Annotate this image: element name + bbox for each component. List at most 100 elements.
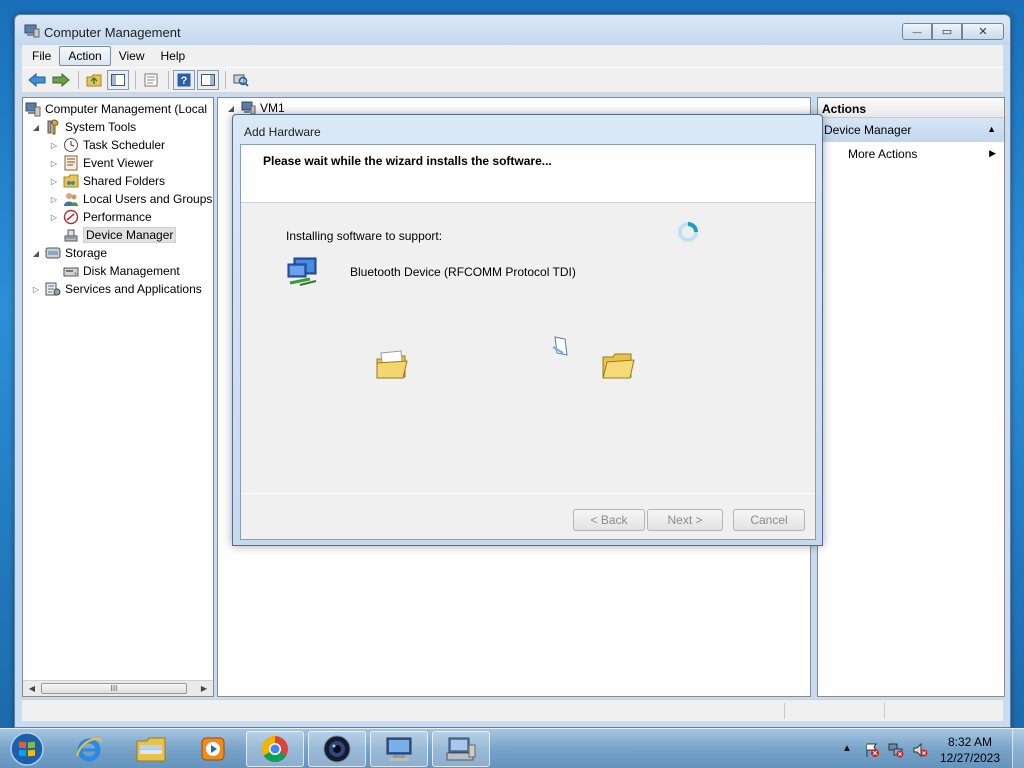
taskbar-file-explorer[interactable] bbox=[122, 731, 180, 767]
expand-icon[interactable]: ▷ bbox=[49, 213, 59, 222]
collapse-up-icon[interactable]: ▲ bbox=[987, 124, 996, 134]
window-title: Computer Management bbox=[44, 25, 181, 40]
tree-item-storage[interactable]: ◢ Storage bbox=[31, 244, 107, 262]
toolbar-separator bbox=[168, 71, 169, 89]
network-status-icon[interactable] bbox=[888, 742, 904, 758]
dialog-header: Please wait while the wizard installs th… bbox=[241, 145, 815, 203]
tree-item-task-scheduler[interactable]: ▷ Task Scheduler bbox=[49, 136, 165, 154]
tree-label: VM1 bbox=[260, 101, 285, 115]
taskbar-camera-app[interactable] bbox=[308, 731, 366, 767]
media-player-icon bbox=[201, 737, 225, 761]
menu-view[interactable]: View bbox=[111, 47, 153, 65]
show-hidden-icons-icon[interactable]: ▲ bbox=[842, 743, 858, 759]
tree-item-local-users[interactable]: ▷ Local Users and Groups bbox=[49, 190, 212, 208]
submenu-arrow-icon: ▶ bbox=[989, 148, 996, 158]
tree-item-disk-management[interactable]: Disk Management bbox=[49, 262, 180, 280]
toolbar: ? bbox=[22, 67, 1003, 93]
up-level-button[interactable] bbox=[83, 70, 105, 90]
folder-up-icon bbox=[86, 74, 102, 87]
collapse-icon[interactable]: ◢ bbox=[31, 249, 41, 258]
menu-file[interactable]: File bbox=[24, 47, 59, 65]
clock-time[interactable]: 8:32 AM bbox=[939, 735, 1001, 749]
tree-item-services[interactable]: ▷ Services and Applications bbox=[31, 280, 202, 298]
clock-date[interactable]: 12/27/2023 bbox=[939, 751, 1001, 765]
flying-document-icon bbox=[552, 336, 568, 356]
actions-section-device-manager[interactable]: Device Manager ▲ bbox=[818, 118, 1004, 142]
actions-pane: Actions Device Manager ▲ More Actions ▶ bbox=[817, 97, 1005, 697]
tree-item-event-viewer[interactable]: ▷ Event Viewer bbox=[49, 154, 153, 172]
back-button[interactable] bbox=[26, 70, 48, 90]
tree-item-device-manager[interactable]: Device Manager bbox=[49, 226, 177, 244]
tree-item-performance[interactable]: ▷ Performance bbox=[49, 208, 152, 226]
device-manager-icon bbox=[64, 229, 78, 242]
svg-text:?: ? bbox=[181, 75, 188, 87]
menu-help[interactable]: Help bbox=[153, 47, 194, 65]
taskbar-chrome[interactable] bbox=[246, 731, 304, 767]
menu-action[interactable]: Action bbox=[59, 46, 111, 66]
minimize-button[interactable]: — bbox=[902, 23, 932, 40]
collapse-icon[interactable]: ◢ bbox=[226, 104, 236, 113]
tree-item-shared-folders[interactable]: ▷ Shared Folders bbox=[49, 172, 165, 190]
toolbar-separator bbox=[78, 71, 79, 89]
horizontal-scrollbar[interactable]: ◀ III ▶ bbox=[23, 680, 213, 696]
close-button[interactable]: ✕ bbox=[962, 23, 1004, 40]
scroll-thumb[interactable]: III bbox=[41, 683, 187, 694]
tree-item-root[interactable]: Computer Management (Local bbox=[25, 100, 207, 118]
status-bar bbox=[22, 699, 1003, 721]
collapse-icon[interactable]: ◢ bbox=[31, 123, 41, 132]
tree-label: Device Manager bbox=[83, 227, 177, 243]
dialog-title: Add Hardware bbox=[244, 125, 321, 139]
source-folder-icon bbox=[376, 350, 408, 379]
properties-icon bbox=[144, 73, 158, 87]
device-name: Bluetooth Device (RFCOMM Protocol TDI) bbox=[350, 265, 576, 279]
next-button[interactable]: Next > bbox=[647, 509, 723, 531]
tree-label: Local Users and Groups bbox=[83, 192, 213, 206]
help-button[interactable]: ? bbox=[173, 70, 195, 90]
scroll-right-icon[interactable]: ▶ bbox=[197, 683, 211, 695]
console-tree-icon bbox=[111, 74, 125, 86]
scroll-left-icon[interactable]: ◀ bbox=[25, 683, 39, 695]
expand-icon[interactable]: ▷ bbox=[49, 195, 59, 204]
title-bar[interactable]: Computer Management — ▭ ✕ bbox=[15, 15, 1010, 45]
more-actions-item[interactable]: More Actions ▶ bbox=[818, 142, 1004, 166]
scan-hardware-button[interactable] bbox=[230, 70, 252, 90]
system-tray: ▲ 8:32 AM 12/27/2023 bbox=[834, 729, 1024, 768]
dialog-body: Please wait while the wizard installs th… bbox=[240, 144, 816, 540]
loading-spinner-icon bbox=[678, 222, 698, 242]
show-desktop-button[interactable] bbox=[1012, 729, 1024, 768]
shared-folder-icon bbox=[63, 174, 79, 188]
volume-muted-icon[interactable] bbox=[912, 742, 928, 758]
back-button[interactable]: < Back bbox=[573, 509, 645, 531]
destination-folder-icon bbox=[602, 353, 635, 379]
taskbar-media-player[interactable] bbox=[184, 731, 242, 767]
install-label: Installing software to support: bbox=[286, 229, 443, 243]
cancel-button[interactable]: Cancel bbox=[733, 509, 805, 531]
expand-icon[interactable]: ▷ bbox=[49, 159, 59, 168]
tree-label: Disk Management bbox=[83, 264, 180, 278]
tree-label: Performance bbox=[83, 210, 152, 224]
tree-label: Task Scheduler bbox=[83, 138, 166, 152]
taskbar-internet-explorer[interactable] bbox=[60, 731, 118, 767]
start-button[interactable] bbox=[8, 731, 46, 767]
forward-arrow-icon bbox=[52, 73, 70, 87]
forward-button[interactable] bbox=[50, 70, 72, 90]
taskbar-remote-desktop[interactable] bbox=[370, 731, 428, 767]
maximize-button[interactable]: ▭ bbox=[932, 23, 962, 40]
show-hide-action-pane-button[interactable] bbox=[197, 70, 219, 90]
show-hide-console-tree-button[interactable] bbox=[107, 70, 129, 90]
performance-icon bbox=[63, 209, 79, 225]
menu-bar: File Action View Help bbox=[22, 45, 1003, 67]
maximize-icon: ▭ bbox=[941, 26, 953, 38]
tree-label: Storage bbox=[65, 246, 108, 260]
actions-header: Actions bbox=[818, 98, 1004, 118]
expand-icon[interactable]: ▷ bbox=[49, 141, 59, 150]
console-tree-pane[interactable]: Computer Management (Local ◢ System Tool… bbox=[22, 97, 214, 697]
taskbar-computer-management[interactable] bbox=[432, 731, 490, 767]
action-center-flag-icon[interactable] bbox=[864, 742, 880, 758]
expand-icon[interactable]: ▷ bbox=[49, 177, 59, 186]
storage-icon bbox=[45, 247, 61, 259]
tree-item-system-tools[interactable]: ◢ System Tools bbox=[31, 118, 136, 136]
expand-icon[interactable]: ▷ bbox=[31, 285, 41, 294]
actions-section-label: Device Manager bbox=[824, 123, 912, 137]
properties-button[interactable] bbox=[140, 70, 162, 90]
